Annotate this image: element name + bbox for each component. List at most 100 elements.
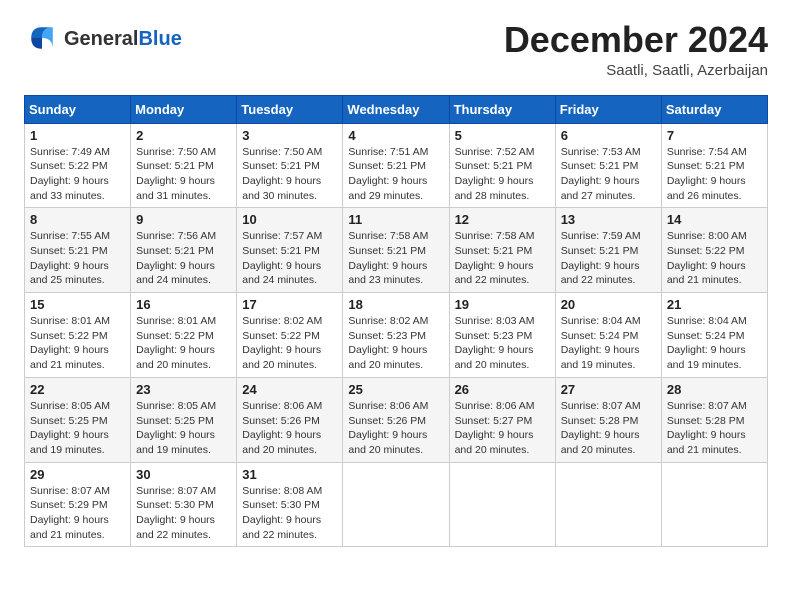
day-number: 26: [455, 382, 550, 397]
calendar-cell: 27 Sunrise: 8:07 AMSunset: 5:28 PMDayligh…: [555, 377, 661, 462]
day-number: 25: [348, 382, 443, 397]
calendar-cell: 1 Sunrise: 7:49 AMSunset: 5:22 PMDaylight…: [25, 123, 131, 208]
day-info: Sunrise: 8:01 AMSunset: 5:22 PMDaylight:…: [30, 314, 125, 373]
day-info: Sunrise: 8:07 AMSunset: 5:29 PMDaylight:…: [30, 484, 125, 543]
calendar-week-row: 8 Sunrise: 7:55 AMSunset: 5:21 PMDaylight…: [25, 208, 768, 293]
day-number: 28: [667, 382, 762, 397]
calendar-cell: 14Sunrise: 8:00 AMSunset: 5:22 PMDayligh…: [661, 208, 767, 293]
header: GeneralBlue December 2024 Saatli, Saatli…: [24, 20, 768, 79]
weekday-header: Friday: [555, 95, 661, 123]
calendar-cell: [343, 462, 449, 547]
day-number: 7: [667, 128, 762, 143]
day-info: Sunrise: 7:53 AMSunset: 5:21 PMDaylight:…: [561, 145, 656, 204]
title-area: December 2024 Saatli, Saatli, Azerbaijan: [504, 20, 768, 79]
day-number: 13: [561, 212, 656, 227]
weekday-header: Monday: [131, 95, 237, 123]
day-info: Sunrise: 8:01 AMSunset: 5:22 PMDaylight:…: [136, 314, 231, 373]
calendar-cell: 20 Sunrise: 8:04 AMSunset: 5:24 PMDayligh…: [555, 293, 661, 378]
day-info: Sunrise: 8:02 AMSunset: 5:23 PMDaylight:…: [348, 314, 443, 373]
calendar-cell: 9 Sunrise: 7:56 AMSunset: 5:21 PMDaylight…: [131, 208, 237, 293]
calendar-cell: 3 Sunrise: 7:50 AMSunset: 5:21 PMDaylight…: [237, 123, 343, 208]
calendar-cell: 15 Sunrise: 8:01 AMSunset: 5:22 PMDayligh…: [25, 293, 131, 378]
calendar-cell: 16 Sunrise: 8:01 AMSunset: 5:22 PMDayligh…: [131, 293, 237, 378]
calendar-cell: 29 Sunrise: 8:07 AMSunset: 5:29 PMDayligh…: [25, 462, 131, 547]
day-info: Sunrise: 8:04 AMSunset: 5:24 PMDaylight:…: [667, 314, 762, 373]
logo-text: GeneralBlue: [64, 25, 182, 51]
calendar-cell: 25 Sunrise: 8:06 AMSunset: 5:26 PMDayligh…: [343, 377, 449, 462]
calendar-week-row: 29 Sunrise: 8:07 AMSunset: 5:29 PMDayligh…: [25, 462, 768, 547]
logo: GeneralBlue: [24, 20, 182, 56]
calendar-cell: 6 Sunrise: 7:53 AMSunset: 5:21 PMDaylight…: [555, 123, 661, 208]
day-info: Sunrise: 7:58 AMSunset: 5:21 PMDaylight:…: [455, 229, 550, 288]
calendar-week-row: 15 Sunrise: 8:01 AMSunset: 5:22 PMDayligh…: [25, 293, 768, 378]
calendar-cell: [555, 462, 661, 547]
day-info: Sunrise: 7:55 AMSunset: 5:21 PMDaylight:…: [30, 229, 125, 288]
calendar-cell: 26 Sunrise: 8:06 AMSunset: 5:27 PMDayligh…: [449, 377, 555, 462]
day-info: Sunrise: 8:06 AMSunset: 5:26 PMDaylight:…: [242, 399, 337, 458]
day-number: 23: [136, 382, 231, 397]
day-number: 29: [30, 467, 125, 482]
calendar-cell: 4 Sunrise: 7:51 AMSunset: 5:21 PMDaylight…: [343, 123, 449, 208]
day-number: 18: [348, 297, 443, 312]
day-number: 10: [242, 212, 337, 227]
day-info: Sunrise: 7:57 AMSunset: 5:21 PMDaylight:…: [242, 229, 337, 288]
calendar-week-row: 1 Sunrise: 7:49 AMSunset: 5:22 PMDaylight…: [25, 123, 768, 208]
day-number: 3: [242, 128, 337, 143]
day-number: 5: [455, 128, 550, 143]
calendar-cell: [661, 462, 767, 547]
day-number: 24: [242, 382, 337, 397]
weekday-header: Wednesday: [343, 95, 449, 123]
calendar-cell: 31Sunrise: 8:08 AMSunset: 5:30 PMDayligh…: [237, 462, 343, 547]
calendar-cell: 7 Sunrise: 7:54 AMSunset: 5:21 PMDaylight…: [661, 123, 767, 208]
calendar-cell: 2Sunrise: 7:50 AMSunset: 5:21 PMDaylight…: [131, 123, 237, 208]
weekday-header: Tuesday: [237, 95, 343, 123]
day-info: Sunrise: 8:07 AMSunset: 5:30 PMDaylight:…: [136, 484, 231, 543]
day-info: Sunrise: 7:49 AMSunset: 5:22 PMDaylight:…: [30, 145, 125, 204]
day-info: Sunrise: 8:06 AMSunset: 5:27 PMDaylight:…: [455, 399, 550, 458]
day-number: 16: [136, 297, 231, 312]
calendar-cell: [449, 462, 555, 547]
day-info: Sunrise: 8:05 AMSunset: 5:25 PMDaylight:…: [30, 399, 125, 458]
day-info: Sunrise: 8:03 AMSunset: 5:23 PMDaylight:…: [455, 314, 550, 373]
weekday-header: Sunday: [25, 95, 131, 123]
calendar-cell: 24 Sunrise: 8:06 AMSunset: 5:26 PMDayligh…: [237, 377, 343, 462]
day-number: 17: [242, 297, 337, 312]
calendar-cell: 23Sunrise: 8:05 AMSunset: 5:25 PMDayligh…: [131, 377, 237, 462]
logo-general: General: [64, 28, 138, 50]
day-number: 4: [348, 128, 443, 143]
location: Saatli, Saatli, Azerbaijan: [504, 62, 768, 79]
calendar-week-row: 22 Sunrise: 8:05 AMSunset: 5:25 PMDayligh…: [25, 377, 768, 462]
calendar-cell: 19Sunrise: 8:03 AMSunset: 5:23 PMDayligh…: [449, 293, 555, 378]
day-number: 1: [30, 128, 125, 143]
weekday-header-row: SundayMondayTuesdayWednesdayThursdayFrid…: [25, 95, 768, 123]
calendar-cell: 28Sunrise: 8:07 AMSunset: 5:28 PMDayligh…: [661, 377, 767, 462]
day-info: Sunrise: 7:50 AMSunset: 5:21 PMDaylight:…: [242, 145, 337, 204]
day-number: 31: [242, 467, 337, 482]
day-number: 6: [561, 128, 656, 143]
weekday-header: Saturday: [661, 95, 767, 123]
day-info: Sunrise: 8:04 AMSunset: 5:24 PMDaylight:…: [561, 314, 656, 373]
day-info: Sunrise: 8:07 AMSunset: 5:28 PMDaylight:…: [561, 399, 656, 458]
day-number: 20: [561, 297, 656, 312]
calendar-cell: 30Sunrise: 8:07 AMSunset: 5:30 PMDayligh…: [131, 462, 237, 547]
calendar-cell: 10 Sunrise: 7:57 AMSunset: 5:21 PMDayligh…: [237, 208, 343, 293]
day-number: 14: [667, 212, 762, 227]
day-number: 21: [667, 297, 762, 312]
day-number: 15: [30, 297, 125, 312]
day-info: Sunrise: 7:54 AMSunset: 5:21 PMDaylight:…: [667, 145, 762, 204]
logo-blue: Blue: [138, 28, 181, 50]
calendar-cell: 8 Sunrise: 7:55 AMSunset: 5:21 PMDaylight…: [25, 208, 131, 293]
day-number: 2: [136, 128, 231, 143]
day-info: Sunrise: 8:06 AMSunset: 5:26 PMDaylight:…: [348, 399, 443, 458]
calendar-cell: 22 Sunrise: 8:05 AMSunset: 5:25 PMDayligh…: [25, 377, 131, 462]
day-info: Sunrise: 7:56 AMSunset: 5:21 PMDaylight:…: [136, 229, 231, 288]
calendar-cell: 18 Sunrise: 8:02 AMSunset: 5:23 PMDayligh…: [343, 293, 449, 378]
day-info: Sunrise: 7:51 AMSunset: 5:21 PMDaylight:…: [348, 145, 443, 204]
calendar-cell: 12Sunrise: 7:58 AMSunset: 5:21 PMDayligh…: [449, 208, 555, 293]
day-number: 8: [30, 212, 125, 227]
day-number: 9: [136, 212, 231, 227]
day-number: 22: [30, 382, 125, 397]
calendar-cell: 17Sunrise: 8:02 AMSunset: 5:22 PMDayligh…: [237, 293, 343, 378]
day-number: 27: [561, 382, 656, 397]
calendar: SundayMondayTuesdayWednesdayThursdayFrid…: [24, 95, 768, 548]
